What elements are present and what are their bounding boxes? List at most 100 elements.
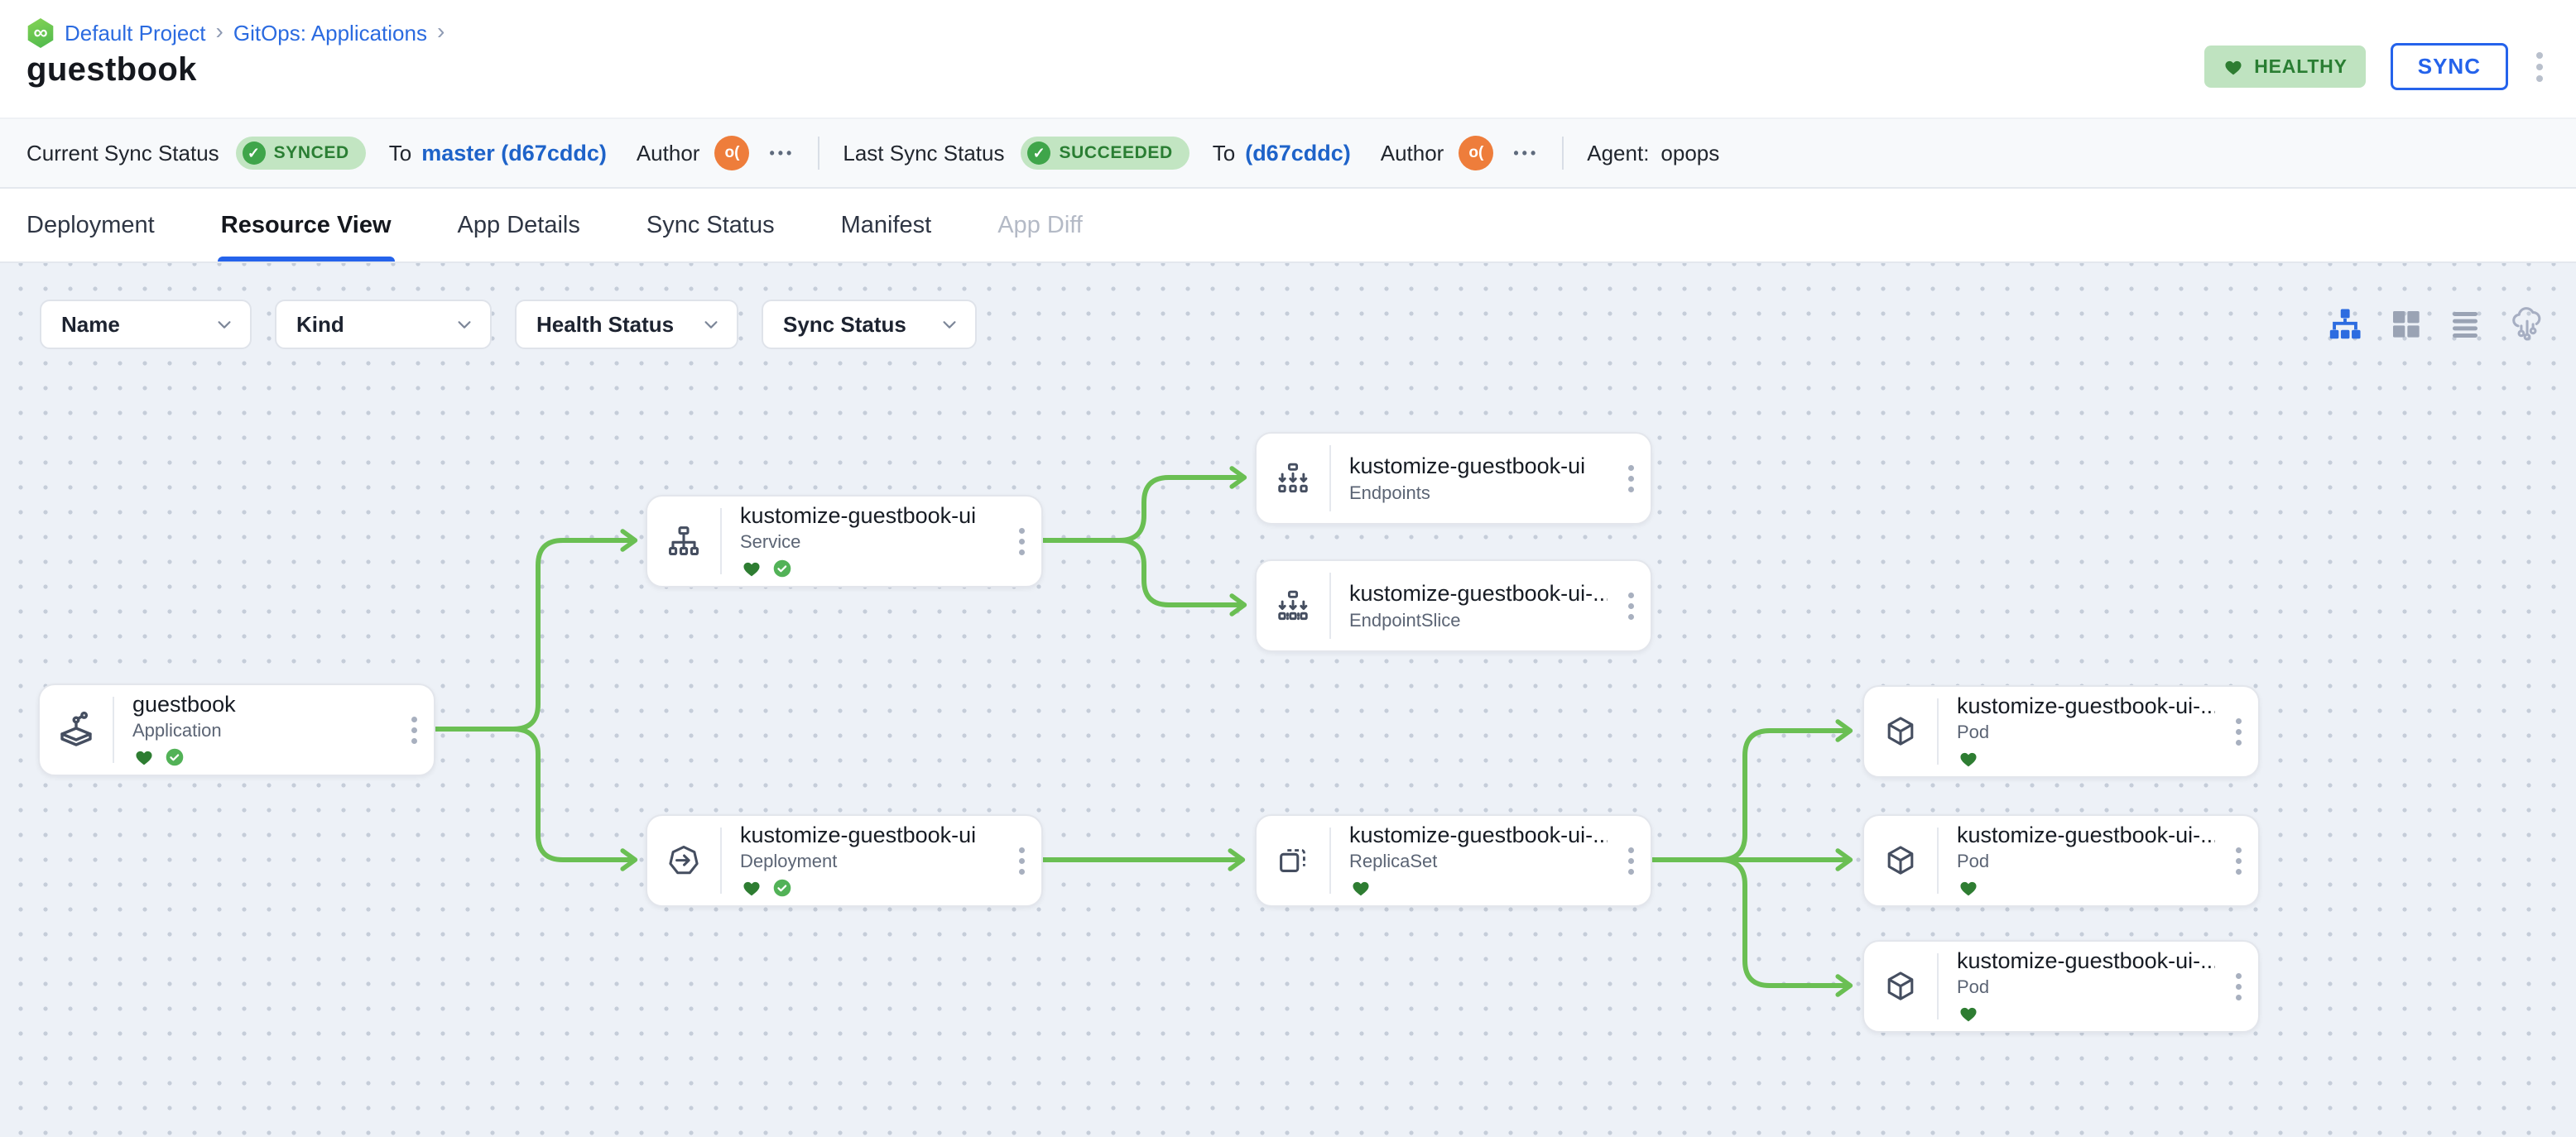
node-pod-1[interactable]: kustomize-guestbook-ui-... Pod xyxy=(1862,685,2260,778)
chevron-right-icon: › xyxy=(436,18,445,44)
replicaset-icon xyxy=(1257,816,1329,905)
node-kebab-menu[interactable] xyxy=(1611,816,1651,905)
service-icon xyxy=(647,497,720,586)
to-label: To xyxy=(388,140,412,166)
name-filter-dropdown[interactable]: Name xyxy=(40,300,252,349)
node-kind: Pod xyxy=(1957,722,1990,742)
node-application-guestbook[interactable]: guestbook Application xyxy=(38,684,435,776)
tab-manifest[interactable]: Manifest xyxy=(841,189,932,261)
chevron-right-icon: › xyxy=(215,18,223,44)
current-sync-status-label: Current Sync Status xyxy=(26,140,219,166)
node-title: kustomize-guestbook-ui xyxy=(740,503,977,528)
tab-sync-status[interactable]: Sync Status xyxy=(646,189,775,261)
synced-badge: ✓ SYNCED xyxy=(235,137,366,170)
pod-icon xyxy=(1864,816,1937,905)
chevron-down-icon xyxy=(218,321,231,329)
node-kind: EndpointSlice xyxy=(1349,609,1461,631)
healthy-heart-icon xyxy=(136,751,152,765)
kind-filter-dropdown[interactable]: Kind xyxy=(275,300,492,349)
node-pod-3[interactable]: kustomize-guestbook-ui-... Pod xyxy=(1862,940,2260,1033)
node-kebab-menu[interactable] xyxy=(1002,816,1041,905)
author-avatar: o( xyxy=(714,136,750,170)
node-deployment[interactable]: kustomize-guestbook-ui Deployment xyxy=(646,814,1043,907)
last-sync-status-label: Last Sync Status xyxy=(843,140,1005,166)
to-label: To xyxy=(1212,140,1236,166)
current-commit-link[interactable]: master (d67cddc) xyxy=(421,141,607,166)
healthy-heart-icon xyxy=(1960,1007,1977,1022)
node-title: kustomize-guestbook-ui-... xyxy=(1957,823,2215,847)
chevron-down-icon xyxy=(704,321,718,329)
node-kebab-menu[interactable] xyxy=(1611,434,1651,523)
node-kind: Endpoints xyxy=(1349,482,1430,503)
node-replicaset[interactable]: kustomize-guestbook-ui-... ReplicaSet xyxy=(1255,814,1652,907)
node-title: kustomize-guestbook-ui-... xyxy=(1957,693,2215,718)
healthy-heart-icon xyxy=(1353,881,1369,896)
node-pod-2[interactable]: kustomize-guestbook-ui-... Pod xyxy=(1862,814,2260,907)
synced-badge-label: SYNCED xyxy=(273,143,349,162)
healthy-heart-icon xyxy=(743,881,760,896)
last-commit-link[interactable]: (d67cddc) xyxy=(1245,141,1351,166)
node-title: kustomize-guestbook-ui-... xyxy=(1957,948,2215,973)
node-kebab-menu[interactable] xyxy=(2218,687,2258,776)
node-title: kustomize-guestbook-ui-... xyxy=(1349,580,1608,606)
tab-app-diff[interactable]: App Diff xyxy=(997,189,1083,261)
chevron-down-icon xyxy=(943,321,956,329)
node-title: kustomize-guestbook-ui xyxy=(740,823,977,847)
node-kind: Service xyxy=(740,531,801,552)
synced-check-icon xyxy=(773,879,791,897)
heart-icon xyxy=(2225,60,2242,74)
node-title: kustomize-guestbook-ui-... xyxy=(1349,823,1608,847)
author-avatar: o( xyxy=(1459,136,1494,170)
sync-status-bar: Current Sync Status ✓ SYNCED To master (… xyxy=(0,118,2576,189)
node-title: guestbook xyxy=(132,692,236,717)
author-label: Author xyxy=(636,140,700,166)
node-endpointslice[interactable]: kustomize-guestbook-ui-... EndpointSlice xyxy=(1255,559,1652,652)
divider xyxy=(1562,137,1564,170)
health-status-badge: HEALTHY xyxy=(2204,46,2366,88)
breadcrumb: ∞ Default Project › GitOps: Applications… xyxy=(26,0,2550,48)
node-kind: Application xyxy=(132,720,222,741)
page-title: guestbook xyxy=(26,51,197,88)
health-status-filter-dropdown[interactable]: Health Status xyxy=(515,300,738,349)
node-service[interactable]: kustomize-guestbook-ui Service xyxy=(646,495,1043,588)
cloud-view-icon[interactable] xyxy=(2508,305,2546,343)
node-kebab-menu[interactable] xyxy=(1611,561,1651,650)
tab-bar: Deployment Resource View App Details Syn… xyxy=(0,189,2576,263)
grid-view-icon[interactable] xyxy=(2389,307,2422,340)
tab-resource-view[interactable]: Resource View xyxy=(217,189,395,261)
node-endpoints[interactable]: kustomize-guestbook-ui Endpoints xyxy=(1255,432,1652,525)
healthy-heart-icon xyxy=(1960,881,1977,896)
synced-check-icon xyxy=(773,559,791,578)
agent-label: Agent: xyxy=(1587,140,1650,166)
tab-deployment[interactable]: Deployment xyxy=(26,189,155,261)
succeeded-badge-label: SUCCEEDED xyxy=(1059,143,1173,162)
pod-icon xyxy=(1864,687,1937,776)
commit-more-ellipsis[interactable]: ••• xyxy=(1513,145,1539,162)
node-kind: Pod xyxy=(1957,851,1990,871)
node-kebab-menu[interactable] xyxy=(2218,942,2258,1031)
tab-app-details[interactable]: App Details xyxy=(458,189,580,261)
project-infinity-icon: ∞ xyxy=(27,18,54,48)
node-kind: ReplicaSet xyxy=(1349,851,1438,871)
header-kebab-menu[interactable] xyxy=(2533,49,2546,85)
sync-status-filter-dropdown[interactable]: Sync Status xyxy=(762,300,977,349)
commit-more-ellipsis[interactable]: ••• xyxy=(769,145,795,162)
synced-check-icon xyxy=(166,748,184,766)
deployment-icon xyxy=(647,816,720,905)
view-toggle-group xyxy=(2328,305,2546,343)
node-kebab-menu[interactable] xyxy=(394,685,434,775)
node-title: kustomize-guestbook-ui xyxy=(1349,453,1586,478)
breadcrumb-section[interactable]: GitOps: Applications xyxy=(233,21,427,46)
divider xyxy=(818,137,820,170)
check-circle-icon: ✓ xyxy=(1027,142,1051,165)
breadcrumb-project[interactable]: Default Project xyxy=(65,21,206,46)
filter-bar: Name Kind Health Status Sync Status xyxy=(40,300,977,349)
application-icon xyxy=(40,685,113,775)
tree-view-icon[interactable] xyxy=(2328,306,2362,341)
node-kebab-menu[interactable] xyxy=(1002,497,1041,586)
sync-button[interactable]: SYNC xyxy=(2390,43,2508,90)
pod-icon xyxy=(1864,942,1937,1031)
healthy-heart-icon xyxy=(1960,752,1977,767)
node-kebab-menu[interactable] xyxy=(2218,816,2258,905)
list-view-icon[interactable] xyxy=(2449,307,2482,340)
